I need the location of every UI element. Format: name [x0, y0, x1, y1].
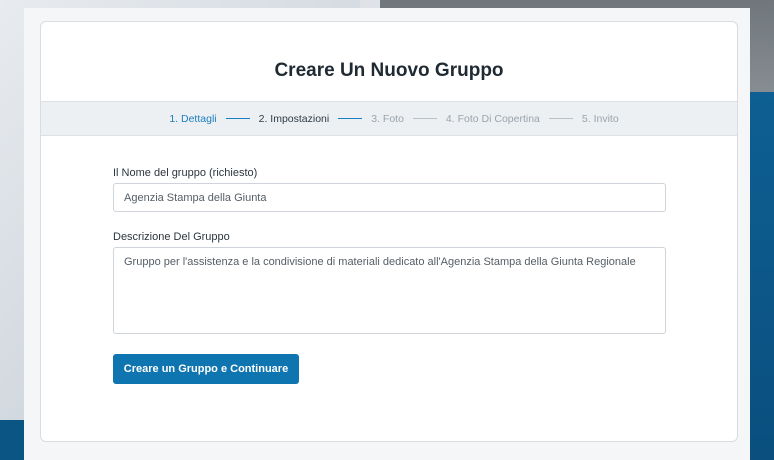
step-invite: 5. Invito [581, 112, 619, 125]
step-separator [338, 118, 363, 119]
group-name-label: Il Nome del gruppo (richiesto) [113, 167, 258, 179]
group-description-label: Descrizione Del Gruppo [113, 231, 230, 243]
wizard-steps: 1. Dettagli 2. Impostazioni 3. Foto 4. F… [41, 101, 737, 136]
group-name-input[interactable] [113, 183, 666, 212]
step-cover-photo: 4. Foto Di Copertina [445, 112, 540, 125]
create-group-card: Creare Un Nuovo Gruppo 1. Dettagli 2. Im… [40, 21, 738, 442]
step-settings[interactable]: 2. Impostazioni [259, 113, 330, 125]
create-group-continue-button[interactable]: Creare un Gruppo e Continuare [113, 354, 299, 384]
step-separator [412, 118, 437, 119]
step-separator [548, 118, 573, 119]
step-separator [225, 118, 250, 119]
step-details[interactable]: 1. Dettagli [169, 113, 216, 125]
group-description-textarea[interactable]: Gruppo per l'assistenza e la condivision… [113, 247, 666, 334]
page-title: Creare Un Nuovo Gruppo [274, 60, 504, 81]
step-photo: 3. Foto [371, 112, 404, 125]
modal-stage: Creare Un Nuovo Gruppo 1. Dettagli 2. Im… [24, 8, 750, 460]
